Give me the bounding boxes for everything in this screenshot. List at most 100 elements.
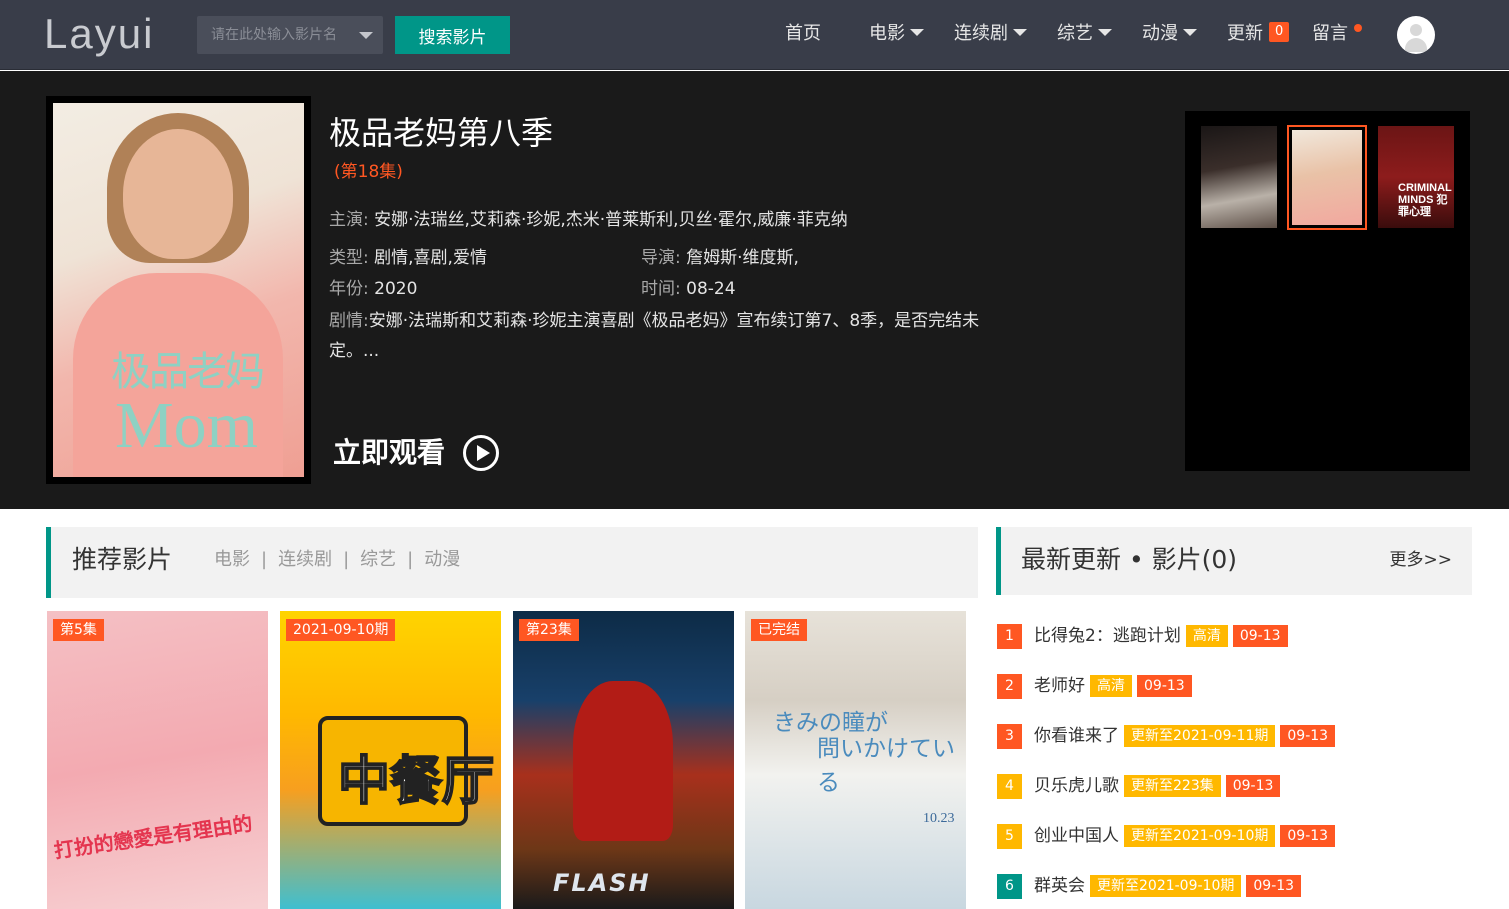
category-movies[interactable]: 电影 — [214, 549, 250, 570]
director-label: 导演: — [641, 248, 681, 268]
rank-badge: 1 — [997, 623, 1022, 649]
genre-row: 类型: 剧情,喜剧,爱情 — [329, 243, 487, 268]
genre-label: 类型: — [329, 248, 369, 268]
recommend-header: 推荐影片 电影 | 连续剧 | 综艺 | 动漫 — [46, 527, 978, 598]
item-title[interactable]: 你看谁来了 — [1034, 726, 1119, 746]
featured-episode: (第18集) — [334, 162, 403, 182]
plot-value: 安娜·法瑞斯和艾莉森·珍妮主演喜剧《极品老妈》宣布续订第7、8季，是否完结未定。… — [329, 311, 980, 361]
thumbnail-image — [1292, 130, 1362, 225]
play-icon[interactable] — [463, 435, 499, 471]
search-box[interactable] — [197, 16, 383, 54]
date-tag: 09-13 — [1280, 825, 1336, 847]
item-title[interactable]: 老师好 — [1034, 676, 1085, 696]
nav-item-anime[interactable]: 动漫 — [1142, 0, 1197, 70]
date-tag: 09-13 — [1137, 675, 1192, 697]
director-row: 导演: 詹姆斯·维度斯, — [641, 243, 799, 268]
nav-item-messages[interactable]: 留言 — [1312, 0, 1362, 70]
time-row: 时间: 08-24 — [641, 274, 736, 299]
card-poster-text: 問いかけている — [817, 736, 955, 796]
featured-poster[interactable]: 极品老妈 Mom — [46, 96, 311, 484]
latest-header: 最新更新 • 影片(0) 更多>> — [996, 527, 1472, 595]
latest-list-item[interactable]: 5 创业中国人 更新至2021-09-10期 09-13 — [997, 823, 1336, 849]
poster-title-en: Mom — [115, 389, 259, 462]
recommend-category-tabs: 电影 | 连续剧 | 综艺 | 动漫 — [214, 527, 460, 593]
card-poster-text: 打扮的戀愛是有理由的 — [52, 811, 254, 863]
separator: | — [407, 549, 414, 570]
nav-label: 综艺 — [1057, 23, 1093, 44]
status-tag: 更新至2021-09-10期 — [1090, 875, 1242, 897]
chevron-down-icon — [1183, 28, 1197, 36]
movie-card[interactable]: きみの瞳が 問いかけている 10.23 已完结 — [745, 611, 966, 909]
date-tag: 09-13 — [1280, 725, 1336, 747]
nav-label: 更新 — [1227, 23, 1263, 44]
nav-item-series[interactable]: 连续剧 — [954, 0, 1027, 70]
cast-row: 主演: 安娜·法瑞丝,艾莉森·珍妮,杰米·普莱斯利,贝丝·霍尔,威廉·菲克纳 — [329, 205, 848, 230]
nav-item-home[interactable]: 首页 — [785, 0, 821, 70]
poster-image: 极品老妈 Mom — [53, 103, 304, 477]
plot-label: 剧情: — [329, 311, 369, 331]
movie-card[interactable]: FLASH 第23集 — [513, 611, 734, 909]
movie-card[interactable]: 打扮的戀愛是有理由的 第5集 — [47, 611, 268, 909]
nav-label: 动漫 — [1142, 23, 1178, 44]
item-title[interactable]: 贝乐虎儿歌 — [1034, 776, 1119, 796]
search-button[interactable]: 搜索影片 — [395, 16, 510, 54]
nav-label: 连续剧 — [954, 23, 1008, 44]
latest-title: 最新更新 • 影片(0) — [1021, 545, 1238, 574]
top-header: Layui 搜索影片 首页 电影 连续剧 综艺 动漫 更新 0 留言 — [0, 0, 1509, 70]
category-variety[interactable]: 综艺 — [360, 549, 396, 570]
search-input[interactable] — [197, 16, 357, 54]
item-title[interactable]: 比得兔2：逃跑计划 — [1034, 626, 1181, 646]
director-value: 詹姆斯·维度斯, — [686, 248, 799, 268]
card-poster-text: 中餐厅 — [337, 751, 495, 813]
featured-hero: 极品老妈 Mom 极品老妈第八季 (第18集) 主演: 安娜·法瑞丝,艾莉森·珍… — [0, 71, 1509, 509]
plot-row: 剧情:安娜·法瑞斯和艾莉森·珍妮主演喜剧《极品老妈》宣布续订第7、8季，是否完结… — [329, 306, 997, 366]
item-title[interactable]: 创业中国人 — [1034, 826, 1119, 846]
latest-list-item[interactable]: 6 群英会 更新至2021-09-10期 09-13 — [997, 873, 1302, 899]
user-icon — [1410, 24, 1422, 36]
site-logo[interactable]: Layui — [44, 10, 154, 58]
item-title[interactable]: 群英会 — [1034, 876, 1085, 896]
update-count-badge: 0 — [1269, 22, 1290, 42]
card-poster-text: FLASH — [553, 869, 651, 897]
category-anime[interactable]: 动漫 — [424, 549, 460, 570]
card-badge: 第5集 — [53, 619, 104, 641]
nav-label: 首页 — [785, 23, 821, 44]
movie-card[interactable]: 中餐厅 2021-09-10期 — [280, 611, 501, 909]
nav-item-movies[interactable]: 电影 — [869, 0, 924, 70]
chevron-down-icon — [1013, 28, 1027, 36]
nav-item-updates[interactable]: 更新 0 — [1227, 0, 1290, 70]
nav-item-variety[interactable]: 综艺 — [1057, 0, 1112, 70]
card-badge: 2021-09-10期 — [286, 619, 396, 641]
cast-value: 安娜·法瑞丝,艾莉森·珍妮,杰米·普莱斯利,贝丝·霍尔,威廉·菲克纳 — [374, 210, 848, 230]
separator: | — [261, 549, 268, 570]
latest-list-item[interactable]: 4 贝乐虎儿歌 更新至223集 09-13 — [997, 773, 1281, 799]
notification-dot — [1354, 24, 1362, 32]
cast-label: 主演: — [329, 210, 369, 230]
category-series[interactable]: 连续剧 — [278, 549, 332, 570]
thumbnail-2-active[interactable] — [1287, 125, 1367, 230]
status-tag: 高清 — [1185, 625, 1228, 647]
genre-value: 剧情,喜剧,爱情 — [374, 248, 487, 268]
nav-label: 留言 — [1312, 23, 1348, 44]
card-poster-date: 10.23 — [923, 811, 955, 826]
featured-title[interactable]: 极品老妈第八季 — [329, 108, 553, 154]
latest-list-item[interactable]: 1 比得兔2：逃跑计划 高清 09-13 — [997, 623, 1288, 649]
thumbnail-1[interactable] — [1201, 126, 1277, 228]
status-tag: 更新至223集 — [1124, 775, 1221, 797]
more-link[interactable]: 更多>> — [1390, 527, 1453, 593]
chevron-down-icon — [1098, 28, 1112, 36]
user-icon-body — [1405, 38, 1427, 52]
user-avatar[interactable] — [1397, 16, 1435, 54]
thumbnail-3[interactable]: CRIMINAL MINDS 犯罪心理 — [1378, 126, 1454, 228]
status-tag: 高清 — [1090, 675, 1132, 697]
recommend-title: 推荐影片 — [72, 545, 173, 574]
status-tag: 更新至2021-09-10期 — [1124, 825, 1276, 847]
year-row: 年份: 2020 — [329, 274, 417, 299]
rank-badge: 2 — [997, 673, 1022, 699]
latest-list-item[interactable]: 2 老师好 高清 09-13 — [997, 673, 1192, 699]
latest-list-item[interactable]: 3 你看谁来了 更新至2021-09-11期 09-13 — [997, 723, 1336, 749]
nav-label: 电影 — [869, 23, 905, 44]
status-tag: 更新至2021-09-11期 — [1124, 725, 1276, 747]
chevron-down-icon[interactable] — [359, 32, 373, 39]
watch-now-button[interactable]: 立即观看 — [333, 433, 445, 473]
